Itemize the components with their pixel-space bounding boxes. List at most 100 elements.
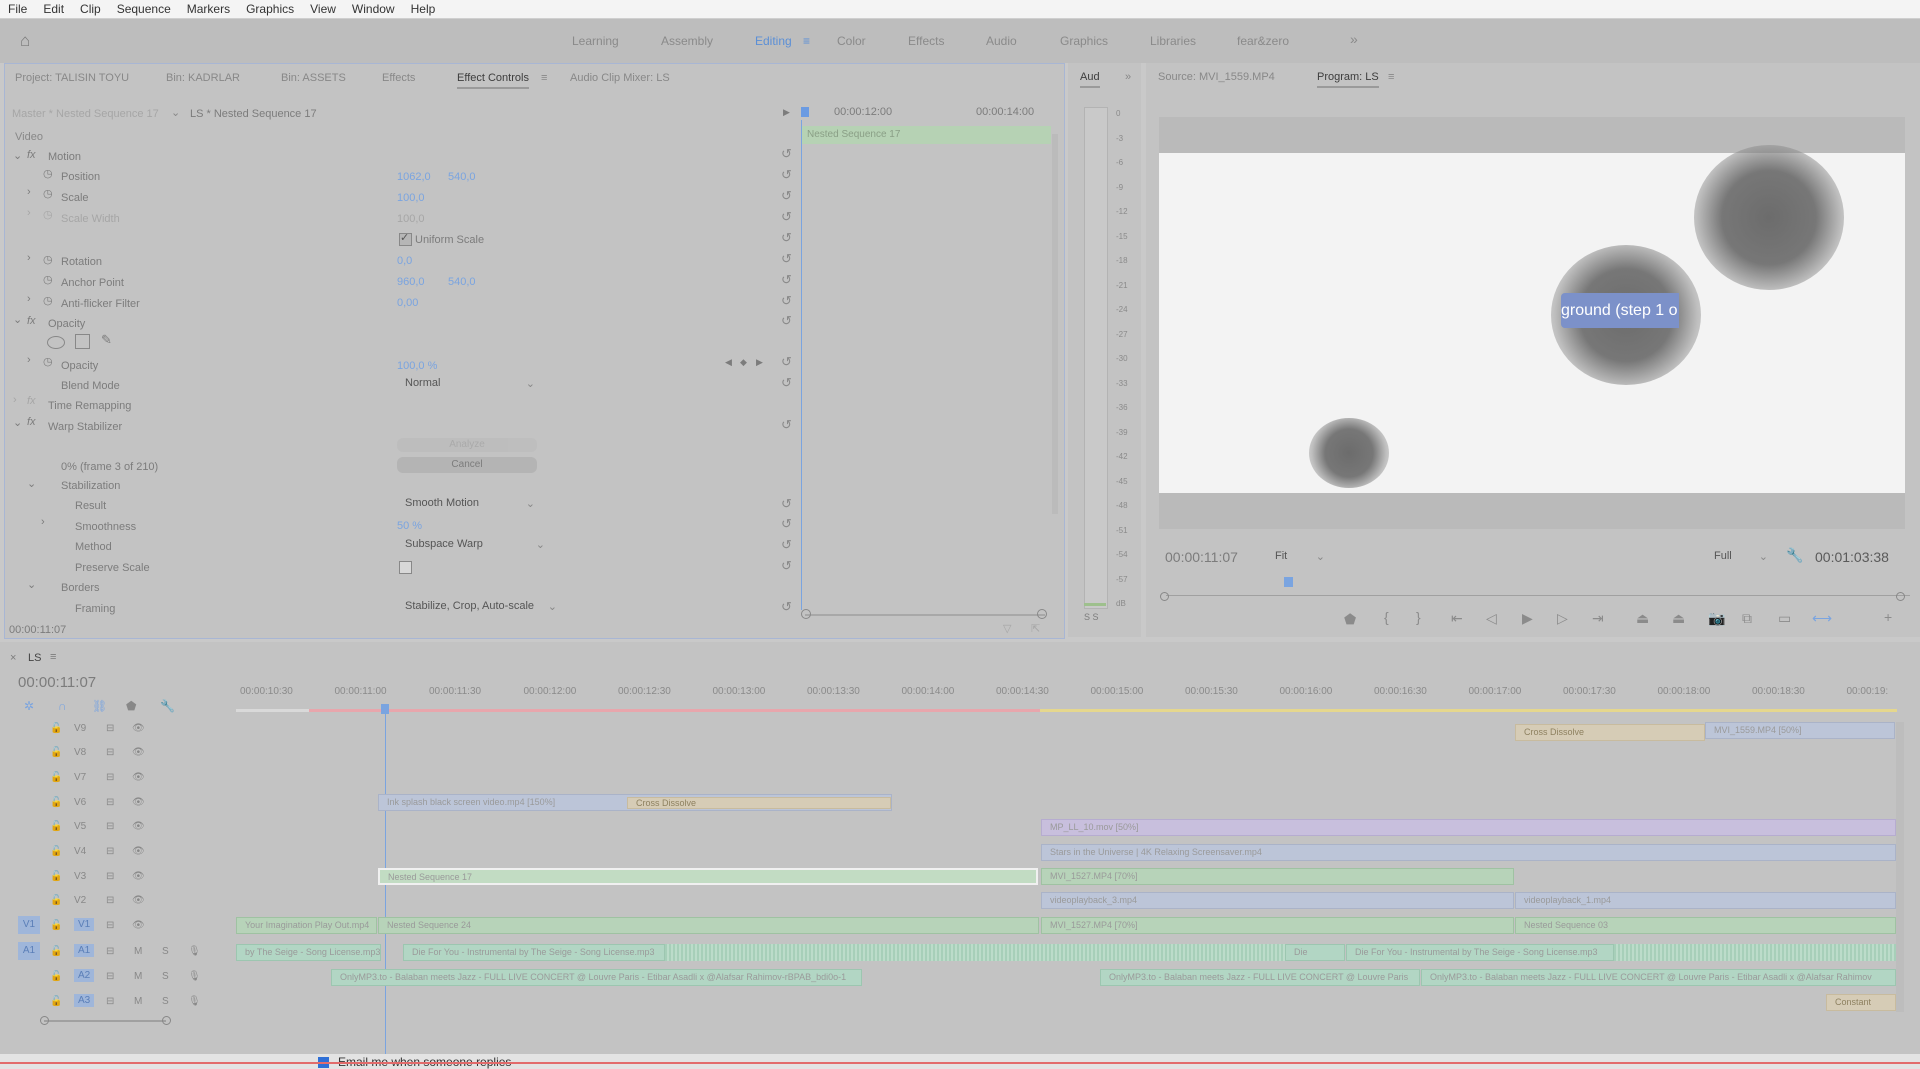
tab-menu-icon[interactable]: ≡ [50, 651, 56, 663]
clip-mvi-1527[interactable]: MVI_1527.MP4 [70%] [1041, 917, 1514, 934]
track-label[interactable]: V7 [74, 772, 86, 783]
lock-icon[interactable]: 🔓 [50, 747, 62, 758]
mute-icon[interactable]: M [134, 971, 142, 982]
add-button-icon[interactable]: + [1884, 609, 1892, 625]
lock-icon[interactable]: 🔓 [50, 846, 62, 857]
timeline-playhead-handle[interactable] [381, 704, 389, 714]
solo-icon[interactable]: S [162, 946, 169, 957]
position-x[interactable]: 1062,0 [397, 171, 431, 183]
lock-icon[interactable]: 🔓 [50, 797, 62, 808]
audio-clip-die-for-you[interactable]: Die For You - Instrumental by The Seige … [403, 944, 665, 961]
stabilization-toggle[interactable]: ⌄ [27, 477, 36, 490]
clip-selector[interactable]: LS * Nested Sequence 17 [190, 108, 317, 120]
eye-icon[interactable]: 👁 [132, 846, 145, 857]
clip-mvi-1559[interactable]: MVI_1559.MP4 [50%] [1705, 722, 1895, 739]
lock-icon[interactable]: 🔓 [50, 895, 62, 906]
program-scrubber[interactable] [1166, 595, 1910, 596]
program-timecode[interactable]: 00:00:11:07 [1165, 549, 1238, 565]
safe-margins-icon[interactable]: ▭ [1778, 610, 1791, 627]
expand-icon[interactable]: › [27, 252, 31, 264]
track-header-v6[interactable]: 🔓 V6 ⊟ 👁 [0, 793, 236, 813]
result-select[interactable]: Smooth Motion ⌄ [405, 497, 535, 513]
track-header-v9[interactable]: 🔓 V9 ⊟ 👁 [0, 719, 236, 739]
stopwatch-icon[interactable]: ◷ [43, 253, 53, 266]
audio-clip-balaban[interactable]: OnlyMP3.to - Balaban meets Jazz - FULL L… [1421, 969, 1896, 986]
warp-toggle[interactable]: ⌄ [13, 416, 22, 429]
clip-nested-sequence-17[interactable]: Nested Sequence 17 [378, 868, 1038, 885]
step-forward-icon[interactable]: ▷ [1557, 610, 1568, 627]
menu-clip[interactable]: Clip [72, 0, 109, 18]
workspace-assembly[interactable]: Assembly [661, 34, 713, 48]
menu-markers[interactable]: Markers [179, 0, 238, 18]
fx-icon[interactable]: fx [27, 149, 36, 161]
scroll-handle-left[interactable] [801, 609, 811, 619]
opacity-value[interactable]: 100,0 % [397, 360, 437, 372]
tab-sequence-ls[interactable]: LS [28, 652, 41, 664]
track-label[interactable]: A1 [74, 944, 95, 957]
close-tab-icon[interactable]: × [10, 652, 16, 664]
reset-icon[interactable]: ↺ [781, 417, 792, 433]
mark-out-icon[interactable]: } [1416, 609, 1421, 625]
reset-icon[interactable]: ↺ [781, 354, 792, 370]
zoom-handle-right[interactable] [162, 1016, 171, 1025]
workspace-libraries[interactable]: Libraries [1150, 34, 1196, 48]
next-keyframe-icon[interactable]: ▶ [756, 357, 763, 368]
audio-clip-balaban[interactable]: OnlyMP3.to - Balaban meets Jazz - FULL L… [1100, 969, 1420, 986]
sync-lock-icon[interactable]: ⊟ [106, 996, 114, 1007]
chevron-down-icon[interactable]: ⌄ [171, 106, 180, 119]
lock-icon[interactable]: 🔓 [50, 920, 62, 931]
microphone-icon[interactable]: 🎙 [188, 971, 201, 982]
workspace-menu-icon[interactable]: ≡ [803, 34, 810, 48]
ellipse-mask-icon[interactable] [47, 336, 65, 349]
eye-icon[interactable]: 👁 [132, 723, 145, 734]
reset-icon[interactable]: ↺ [781, 313, 792, 329]
wrench-icon[interactable]: 🔧 [1786, 547, 1803, 564]
tab-project[interactable]: Project: TALISIN TOYU [15, 72, 129, 84]
track-label[interactable]: V6 [74, 797, 86, 808]
ec-clip-bar[interactable]: Nested Sequence 17 [801, 126, 1051, 144]
expand-icon[interactable]: › [27, 207, 31, 219]
add-keyframe-icon[interactable]: ◆ [740, 357, 747, 368]
ec-vertical-scrollbar[interactable] [1052, 134, 1058, 514]
solo-icon[interactable]: S [162, 971, 169, 982]
sync-lock-icon[interactable]: ⊟ [106, 723, 114, 734]
extract-icon[interactable]: ⏏ [1672, 610, 1685, 627]
play-only-icon[interactable]: ▶ [783, 107, 790, 118]
sync-lock-icon[interactable]: ⊟ [106, 772, 114, 783]
track-label[interactable]: A3 [74, 994, 95, 1007]
tab-bin-kadrlar[interactable]: Bin: KADRLAR [166, 72, 240, 84]
step-back-icon[interactable]: ◁ [1486, 610, 1497, 627]
scrubber-handle-left[interactable] [1160, 592, 1169, 601]
reset-icon[interactable]: ↺ [781, 188, 792, 204]
antiflicker-value[interactable]: 0,00 [397, 297, 418, 309]
sync-lock-icon[interactable]: ⊟ [106, 871, 114, 882]
uniform-scale-checkbox[interactable] [399, 231, 412, 246]
audio-clip-balaban[interactable]: OnlyMP3.to - Balaban meets Jazz - FULL L… [331, 969, 862, 986]
clip-mp-ll-10[interactable]: MP_LL_10.mov [50%] [1041, 819, 1896, 836]
audio-clip-seige[interactable]: by The Seige - Song License.mp3 [236, 944, 381, 961]
clip-videoplayback-1[interactable]: videoplayback_1.mp4 [1515, 892, 1896, 909]
reset-icon[interactable]: ↺ [781, 599, 792, 615]
expand-icon[interactable]: › [41, 516, 45, 528]
snap-icon[interactable]: ∩ [58, 700, 67, 712]
eye-icon[interactable]: 👁 [132, 747, 145, 758]
track-label[interactable]: V9 [74, 723, 86, 734]
stopwatch-icon[interactable]: ◷ [43, 167, 53, 180]
track-header-v1[interactable]: V1 🔓 V1 ⊟ 👁 [0, 916, 236, 936]
track-label[interactable]: V5 [74, 821, 86, 832]
eye-icon[interactable]: 👁 [132, 920, 145, 931]
microphone-icon[interactable]: 🎙 [188, 996, 201, 1007]
source-patch-v1[interactable]: V1 [18, 916, 40, 934]
menu-edit[interactable]: Edit [35, 0, 72, 18]
lock-icon[interactable]: 🔓 [50, 946, 62, 957]
anchor-y[interactable]: 540,0 [448, 276, 476, 288]
workspaces-overflow-icon[interactable]: » [1350, 31, 1358, 47]
marker-icon[interactable]: ⬟ [1344, 611, 1356, 628]
menu-view[interactable]: View [302, 0, 344, 18]
scroll-handle-right[interactable] [1037, 609, 1047, 619]
tab-menu-icon[interactable]: ≡ [541, 72, 547, 84]
sync-lock-icon[interactable]: ⊟ [106, 971, 114, 982]
time-ruler[interactable]: 00:00:10:30 00:00:11:00 00:00:11:30 00:00:1… [240, 686, 1900, 706]
resolution-select[interactable]: Full ⌄ [1714, 550, 1768, 566]
workspace-effects[interactable]: Effects [908, 34, 944, 48]
